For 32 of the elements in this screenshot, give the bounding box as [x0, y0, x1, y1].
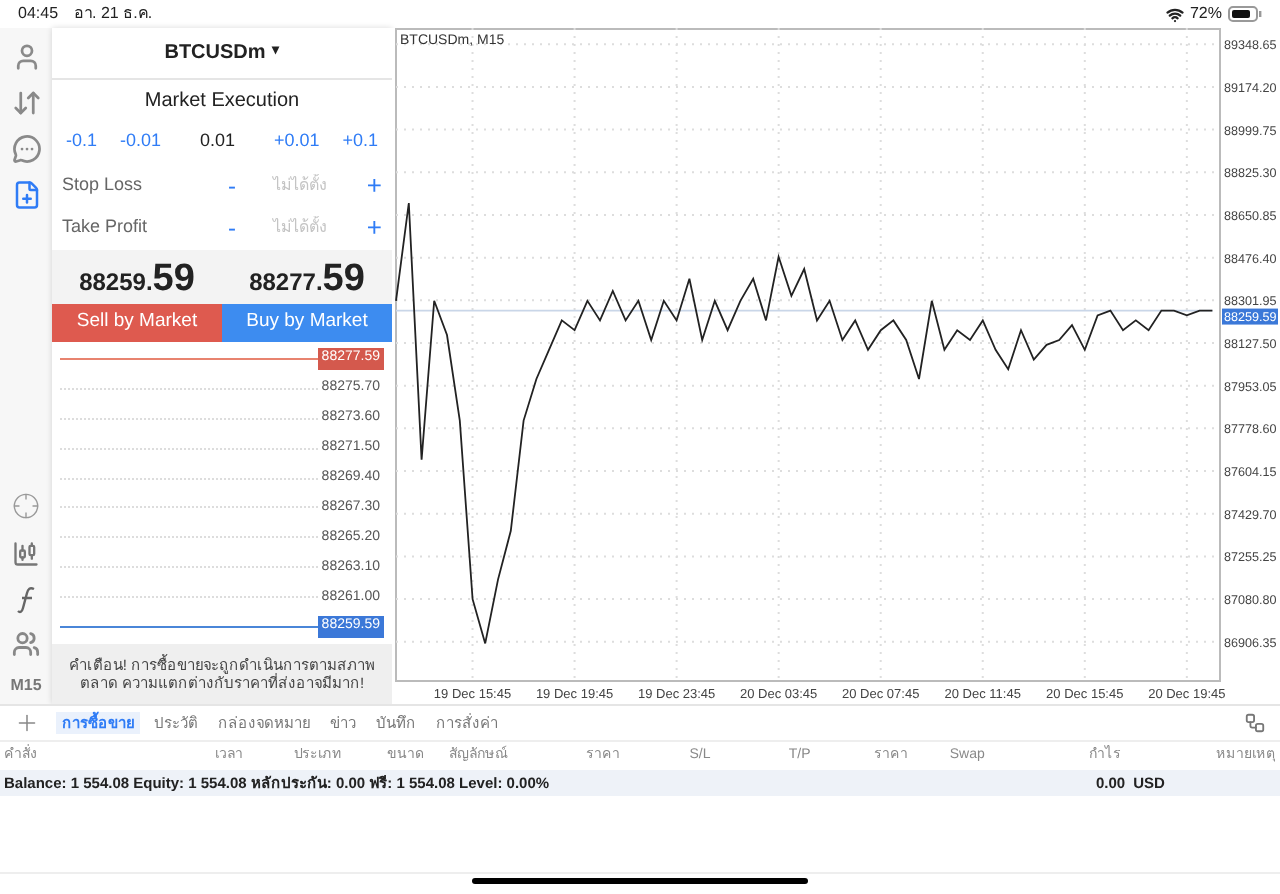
battery-percent: 72% [1189, 2, 1222, 26]
execution-type: Market Execution [144, 87, 300, 115]
add-icon[interactable] [14, 710, 40, 736]
person-icon[interactable] [11, 42, 41, 72]
stop-label: Take Profit [62, 213, 150, 240]
stop-label: Stop Loss [62, 171, 145, 198]
battery-icon [1228, 6, 1262, 22]
increase-button[interactable]: + [366, 165, 382, 205]
wifi-icon [1165, 5, 1184, 23]
status-time: 04:45 [18, 2, 59, 26]
volume-value: 0.01 [199, 128, 235, 155]
people-icon[interactable] [12, 630, 40, 658]
decrease-button[interactable]: - [222, 209, 242, 245]
layout-icon[interactable] [1244, 712, 1266, 734]
volume-step-button[interactable]: +0.01 [273, 128, 320, 156]
decrease-button[interactable]: - [222, 167, 242, 203]
timeframe-label[interactable]: M15 [10, 674, 42, 698]
status-date: อา. 21 ธ.ค. [74, 2, 153, 26]
buy-button[interactable]: Buy by Market [222, 304, 392, 342]
sell-button[interactable]: Sell by Market [52, 304, 222, 342]
crosshair-icon[interactable] [12, 492, 40, 520]
candlestick-icon[interactable] [12, 540, 40, 568]
volume-step-button[interactable]: -0.01 [119, 128, 161, 156]
function-icon[interactable] [16, 586, 36, 614]
new-document-icon[interactable] [11, 180, 41, 210]
ask-price: 88277.59 [249, 260, 365, 298]
bid-price: 88259.59 [79, 260, 195, 298]
arrows-icon[interactable] [11, 88, 41, 118]
chat-icon[interactable] [11, 134, 41, 164]
increase-button[interactable]: + [366, 207, 382, 247]
volume-step-button[interactable]: +0.1 [342, 128, 378, 156]
volume-step-button[interactable]: -0.1 [66, 128, 98, 156]
